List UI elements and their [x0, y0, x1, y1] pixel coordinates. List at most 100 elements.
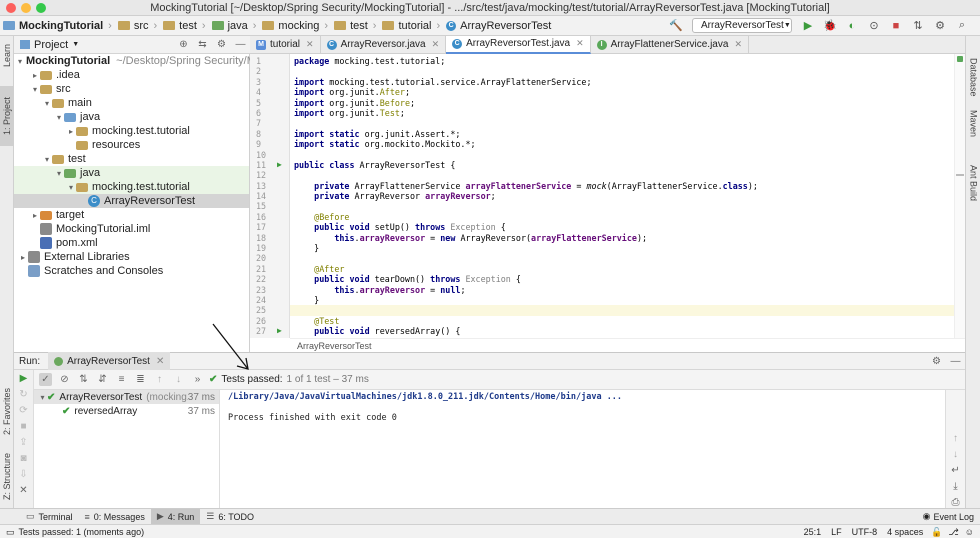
zoom-window-button[interactable]: [36, 3, 46, 13]
bottom-tool-tab[interactable]: ▭ Terminal: [20, 509, 79, 525]
bottom-tool-tab[interactable]: ▶ 4: Run: [150, 508, 201, 525]
line-number[interactable]: 6: [250, 108, 289, 118]
code-line[interactable]: import mocking.test.tutorial.service.Arr…: [290, 77, 955, 87]
file-encoding[interactable]: UTF-8: [852, 525, 878, 539]
show-ignored-icon[interactable]: ⊘: [58, 373, 71, 386]
profile-icon[interactable]: ⊙: [866, 18, 882, 34]
chevron-down-icon[interactable]: ▾: [18, 57, 22, 66]
chevron-right-icon[interactable]: ▸: [66, 127, 76, 136]
line-number[interactable]: 10: [250, 150, 289, 160]
editor-tab[interactable]: C ArrayReversor.java ✕: [321, 35, 447, 54]
hide-panel-icon[interactable]: —: [234, 38, 247, 51]
run-icon[interactable]: ▶: [800, 18, 816, 34]
project-tree-item[interactable]: ▾ MockingTutorial ~/Desktop/Spring Securit…: [14, 54, 262, 68]
code-line[interactable]: import org.junit.After;: [290, 87, 955, 97]
editor-tab[interactable]: I ArrayFlattenerService.java ✕: [591, 35, 749, 54]
line-number[interactable]: 1: [250, 56, 289, 66]
code-line[interactable]: }: [290, 295, 955, 305]
sort-alpha-icon[interactable]: ⇅: [77, 373, 90, 386]
chevron-right-icon[interactable]: ▸: [30, 211, 40, 220]
code-line[interactable]: this.arrayReversor = null;: [290, 285, 955, 295]
stop-icon[interactable]: ■: [888, 18, 904, 34]
show-passed-icon[interactable]: ✓: [39, 373, 52, 386]
editor-scrollbar[interactable]: [954, 54, 965, 338]
chevron-right-icon[interactable]: ▸: [30, 71, 40, 80]
code-line[interactable]: package mocking.test.tutorial;: [290, 56, 955, 66]
project-tree-item[interactable]: Scratches and Consoles: [14, 264, 249, 278]
run-gutter-icon[interactable]: ▶: [277, 327, 285, 335]
bottom-tool-tab[interactable]: ≡ 0: Messages: [79, 509, 151, 525]
chevron-down-icon[interactable]: ▼: [72, 41, 79, 48]
close-icon[interactable]: ✕: [576, 38, 584, 49]
code-line[interactable]: [290, 118, 955, 128]
more-icon[interactable]: »: [191, 373, 204, 386]
project-tree-item[interactable]: ▸ External Libraries: [14, 250, 249, 264]
line-number[interactable]: 16: [250, 212, 289, 222]
chevron-down-icon[interactable]: ▾: [54, 169, 64, 178]
code-line[interactable]: import static org.junit.Assert.*;: [290, 129, 955, 139]
code-line[interactable]: public void reversedArray() {: [290, 326, 955, 336]
project-tree-item[interactable]: ▾ test: [14, 152, 249, 166]
minimize-window-button[interactable]: [21, 3, 31, 13]
maven-tool-tab[interactable]: Maven: [966, 104, 980, 144]
project-tree-item[interactable]: C ArrayReversorTest: [14, 194, 249, 208]
line-number[interactable]: 9: [250, 139, 289, 149]
line-separator[interactable]: LF: [831, 525, 842, 539]
close-window-button[interactable]: [6, 3, 16, 13]
test-result-item[interactable]: ✔ reversedArray 37 ms: [34, 404, 219, 418]
project-tree-item[interactable]: ▸ target: [14, 208, 249, 222]
favorites-tool-tab[interactable]: 2: Favorites: [0, 376, 14, 446]
code-line[interactable]: }: [290, 243, 955, 253]
line-number[interactable]: 25: [250, 305, 289, 315]
code-line[interactable]: [290, 150, 955, 160]
rerun-icon[interactable]: ▶: [17, 372, 30, 385]
editor-breadcrumb[interactable]: ArrayReversorTest: [290, 338, 965, 352]
line-number[interactable]: 13: [250, 181, 289, 191]
code-line[interactable]: this.arrayReversor = new ArrayReversor(a…: [290, 233, 955, 243]
gear-icon[interactable]: ⚙: [215, 38, 228, 51]
code-line[interactable]: import org.junit.Test;: [290, 108, 955, 118]
build-hammer-icon[interactable]: 🔨: [668, 18, 684, 34]
project-tree-item[interactable]: ▾ java: [14, 166, 249, 180]
close-icon[interactable]: ✕: [306, 39, 314, 50]
console-output[interactable]: /Library/Java/JavaVirtualMachines/jdk1.8…: [220, 390, 945, 508]
project-tree-item[interactable]: pom.xml: [14, 236, 249, 250]
project-tree-item[interactable]: ▾ java: [14, 110, 249, 124]
code-line[interactable]: import org.junit.Before;: [290, 98, 955, 108]
line-number[interactable]: 8: [250, 129, 289, 139]
stop-icon[interactable]: ■: [17, 420, 30, 433]
import-icon[interactable]: ⇩: [17, 468, 30, 481]
settings-icon[interactable]: ⚙: [932, 18, 948, 34]
breadcrumb-item[interactable]: test ›: [331, 16, 379, 36]
status-icon[interactable]: ▭: [6, 525, 15, 539]
toggle-autotest-icon[interactable]: ⟳: [17, 404, 30, 417]
learn-tool-tab[interactable]: Learn: [0, 40, 14, 70]
chevron-right-icon[interactable]: ▸: [18, 253, 28, 262]
code-line[interactable]: public void setUp() throws Exception {: [290, 222, 955, 232]
chevron-down-icon[interactable]: ▾: [54, 113, 64, 122]
line-number[interactable]: 12: [250, 170, 289, 180]
status-message[interactable]: Tests passed: 1 (moments ago): [19, 525, 145, 539]
line-number[interactable]: 3: [250, 77, 289, 87]
project-tree-item[interactable]: MockingTutorial.iml: [14, 222, 249, 236]
close-icon[interactable]: ✕: [734, 39, 742, 50]
line-number[interactable]: 22: [250, 274, 289, 284]
git-icon[interactable]: ⎇: [948, 525, 958, 539]
line-number[interactable]: 23: [250, 285, 289, 295]
breadcrumb-item[interactable]: MockingTutorial ›: [0, 16, 115, 36]
line-number[interactable]: 2: [250, 66, 289, 76]
event-log-tab[interactable]: ◉ Event Log: [917, 509, 980, 525]
code-line[interactable]: public void tearDown() throws Exception …: [290, 274, 955, 284]
line-number[interactable]: 21: [250, 264, 289, 274]
project-tree-item[interactable]: ▾ main: [14, 96, 249, 110]
code-line[interactable]: public class ArrayReversorTest {: [290, 160, 955, 170]
line-number[interactable]: 5: [250, 98, 289, 108]
project-tree-item[interactable]: ▾ src: [14, 82, 249, 96]
hide-panel-icon[interactable]: —: [949, 355, 962, 368]
code-line[interactable]: private ArrayReversor arrayReversor;: [290, 191, 955, 201]
expand-all-icon[interactable]: ≡: [115, 373, 128, 386]
smiley-icon[interactable]: ☺: [965, 525, 974, 539]
collapse-all-icon[interactable]: ⇆: [196, 38, 209, 51]
editor-tab[interactable]: Mtutorial ✕: [250, 35, 321, 54]
line-number[interactable]: 15: [250, 201, 289, 211]
